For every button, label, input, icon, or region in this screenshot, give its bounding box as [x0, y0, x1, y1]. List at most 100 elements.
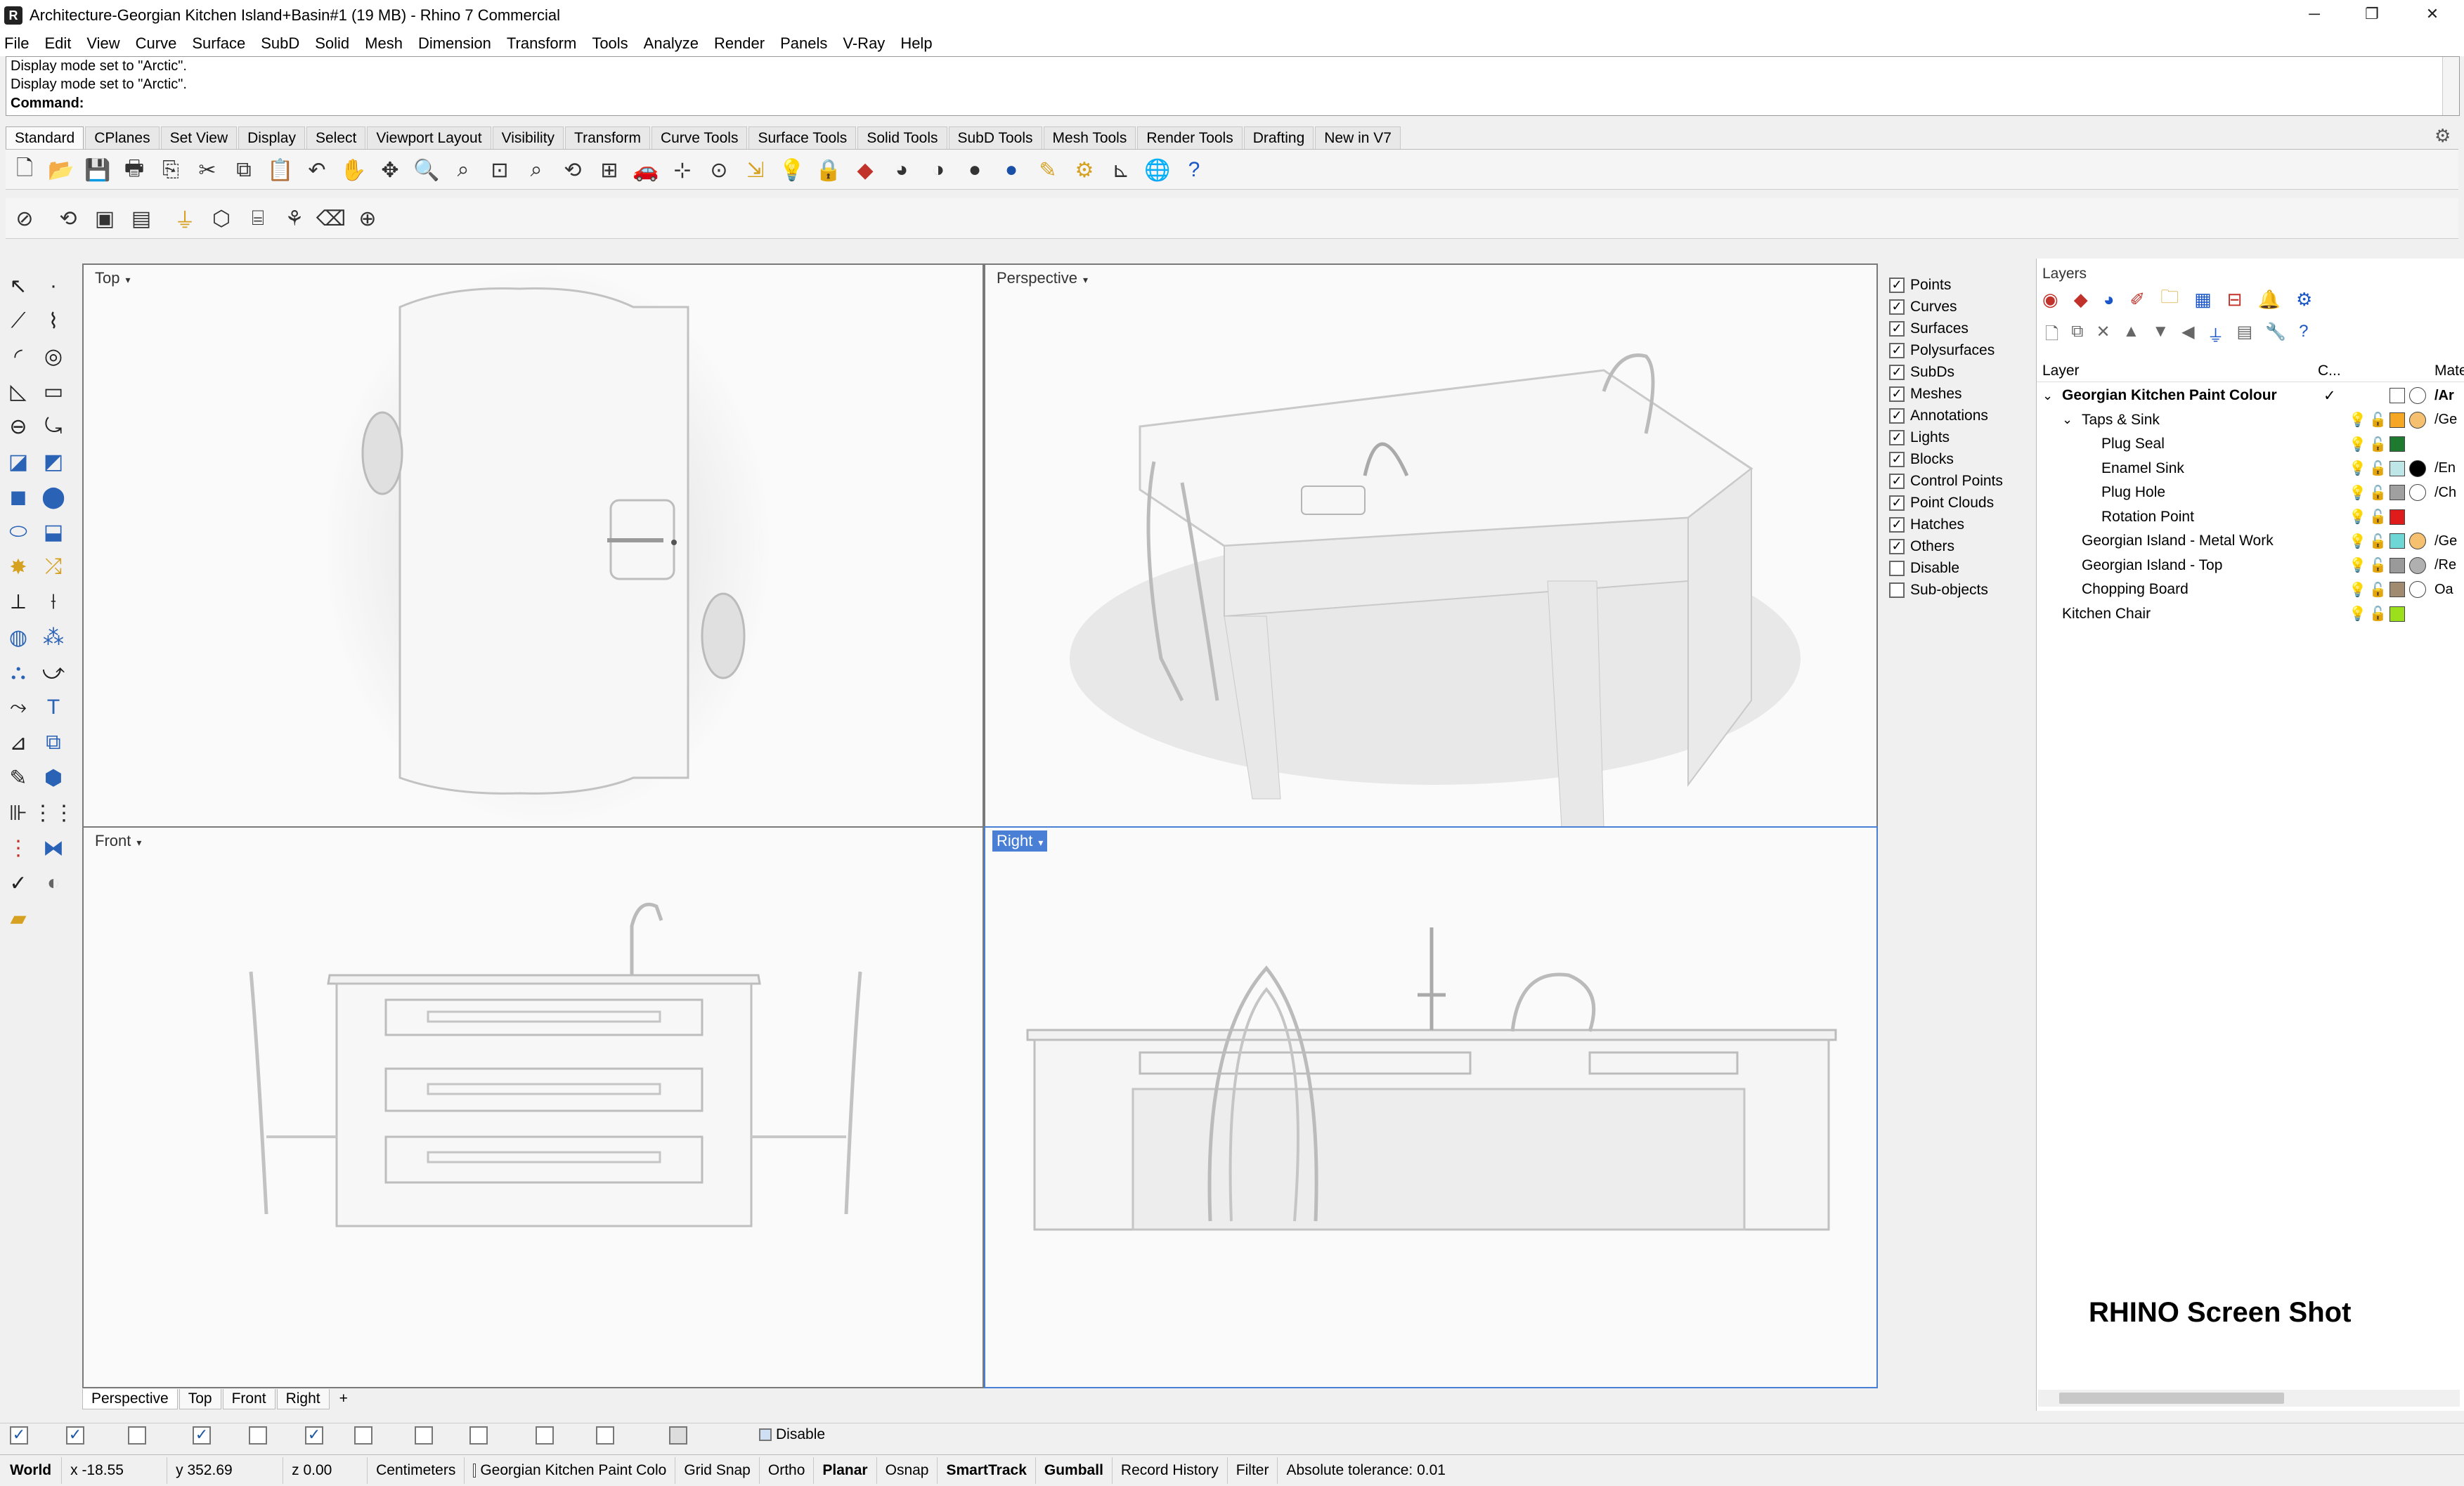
move-down-icon[interactable]: ▼: [2152, 322, 2169, 351]
layer-lock-icon[interactable]: 🔓: [2369, 460, 2387, 477]
menu-solid[interactable]: Solid: [315, 34, 349, 53]
menu-edit[interactable]: Edit: [44, 34, 71, 53]
filter-toggle[interactable]: Filter: [1228, 1457, 1278, 1484]
box-icon[interactable]: ⬡: [208, 205, 235, 232]
text-icon[interactable]: T: [38, 692, 69, 723]
menu-panels[interactable]: Panels: [780, 34, 827, 53]
layer-color-swatch[interactable]: [2390, 388, 2405, 403]
print-icon[interactable]: 🖶: [121, 157, 148, 183]
display-filter-checkbox[interactable]: ✓: [1889, 452, 1905, 467]
environment-tab-icon[interactable]: ▦: [2194, 289, 2212, 311]
display-filter-checkbox[interactable]: ✓: [1889, 278, 1905, 293]
tab-drafting[interactable]: Drafting: [1243, 126, 1314, 149]
current-column-header[interactable]: C...: [2318, 363, 2341, 379]
menu-transform[interactable]: Transform: [507, 34, 576, 53]
zoom-icon[interactable]: 🔍: [413, 157, 440, 183]
measure-icon[interactable]: ⊿: [3, 727, 34, 758]
render-tab-icon[interactable]: ◕: [2103, 289, 2115, 311]
layer-column-header[interactable]: Layer: [2042, 363, 2080, 379]
tab-visibility[interactable]: Visibility: [492, 126, 564, 149]
scrollbar-thumb[interactable]: [2059, 1393, 2284, 1404]
display-filter-meshes[interactable]: ✓ Meshes: [1889, 384, 1962, 405]
viewport-perspective[interactable]: Perspective ▾: [984, 263, 1878, 828]
layer-visibility-bulb-icon[interactable]: 💡: [2349, 411, 2366, 429]
layer-name[interactable]: Rotation Point: [2101, 509, 2194, 526]
layer-name[interactable]: Taps & Sink: [2082, 412, 2160, 429]
vp-tab-top[interactable]: Top: [179, 1388, 221, 1409]
trim-icon[interactable]: ⟂: [3, 587, 34, 618]
zoom-window-icon[interactable]: ⌕: [450, 157, 476, 183]
display-filter-checkbox[interactable]: [1889, 582, 1905, 598]
display-filter-curves[interactable]: ✓ Curves: [1889, 296, 1957, 318]
layer-visibility-bulb-icon[interactable]: 💡: [2349, 508, 2366, 526]
tools-icon[interactable]: 🔧: [2265, 322, 2286, 351]
new-sublayer-icon[interactable]: ⧉: [2071, 322, 2083, 351]
disable-checkbox[interactable]: [759, 1428, 772, 1441]
layer-row[interactable]: Chopping Board 💡 🔓 Oa: [2037, 578, 2464, 601]
layer-material-swatch[interactable]: [2409, 556, 2426, 574]
light-bulb-icon[interactable]: 💡: [779, 157, 805, 183]
web-globe-icon[interactable]: 🌐: [1144, 157, 1171, 183]
vp-tab-perspective[interactable]: Perspective: [82, 1388, 178, 1409]
layer-name[interactable]: Enamel Sink: [2101, 460, 2184, 477]
restore-button[interactable]: ❐: [2347, 0, 2397, 31]
layer-row[interactable]: Plug Hole 💡 🔓 /Ch: [2037, 481, 2464, 504]
display-filter-checkbox[interactable]: ✓: [1889, 430, 1905, 445]
circle-icon[interactable]: ◎: [38, 341, 69, 372]
table-icon[interactable]: ⌸: [245, 205, 271, 232]
display-filter-hatches[interactable]: ✓ Hatches: [1889, 514, 1964, 535]
layer-visibility-bulb-icon[interactable]: 💡: [2349, 605, 2366, 623]
tab-select[interactable]: Select: [306, 126, 366, 149]
display-filter-surfaces[interactable]: ✓ Surfaces: [1889, 318, 1969, 339]
texture-tab-icon[interactable]: ⊟: [2227, 289, 2243, 311]
layers-help-icon[interactable]: ?: [2299, 322, 2308, 351]
flow-icon[interactable]: ⧓: [38, 833, 69, 863]
layer-name[interactable]: Georgian Kitchen Paint Colour: [2062, 387, 2277, 404]
display-filter-disable[interactable]: Disable: [1889, 558, 1959, 579]
command-prompt[interactable]: Command:: [11, 96, 84, 112]
layer-row[interactable]: Rotation Point 💡 🔓: [2037, 505, 2464, 529]
layer-name[interactable]: Chopping Board: [2082, 581, 2189, 598]
layer-color-swatch[interactable]: [2390, 582, 2405, 597]
select-icon[interactable]: ⇲: [742, 157, 769, 183]
options-gear-icon[interactable]: ⚙: [1071, 157, 1098, 183]
notifications-bell-icon[interactable]: 🔔: [2258, 289, 2281, 311]
minimize-button[interactable]: ─: [2290, 0, 2339, 31]
menu-curve[interactable]: Curve: [136, 34, 177, 53]
layer-visibility-bulb-icon[interactable]: 💡: [2349, 556, 2366, 574]
display-filter-blocks[interactable]: ✓ Blocks: [1889, 449, 1954, 470]
osnap-checkbox[interactable]: [249, 1426, 267, 1445]
ellipse-icon[interactable]: ⊖: [3, 411, 34, 442]
tab-solid-tools[interactable]: Solid Tools: [857, 126, 947, 149]
wireframe-icon[interactable]: ⟲: [55, 205, 82, 232]
point-icon[interactable]: ·: [38, 271, 69, 301]
display-filter-sub-objects[interactable]: Sub-objects: [1889, 580, 1988, 601]
display-filter-point-clouds[interactable]: ✓ Point Clouds: [1889, 493, 1994, 514]
paste-icon[interactable]: 📋: [267, 157, 294, 183]
layer-color-swatch[interactable]: [2390, 412, 2405, 428]
gumball-toggle[interactable]: Gumball: [1036, 1457, 1113, 1484]
new-layer-icon[interactable]: 🗋: [2045, 322, 2058, 351]
plant-icon[interactable]: ⚘: [281, 205, 308, 232]
osnap-checkbox[interactable]: [669, 1426, 687, 1445]
cut-icon[interactable]: ✂: [194, 157, 221, 183]
move-left-icon[interactable]: ◀: [2181, 322, 2194, 351]
gumball-toggle-icon[interactable]: ⊘: [11, 205, 38, 232]
layer-name[interactable]: Kitchen Chair: [2062, 606, 2151, 623]
display-filter-checkbox[interactable]: ✓: [1889, 517, 1905, 533]
cplane-status[interactable]: World: [0, 1457, 63, 1484]
fillet-icon[interactable]: ⤿: [38, 411, 69, 442]
pan-hand-icon[interactable]: ✋: [340, 157, 367, 183]
layer-lock-icon[interactable]: 🔓: [2369, 605, 2387, 623]
select-arrow-icon[interactable]: ↖: [3, 271, 34, 301]
record-history-toggle[interactable]: Record History: [1113, 1457, 1228, 1484]
display-filter-checkbox[interactable]: ✓: [1889, 408, 1905, 424]
layer-color-swatch[interactable]: [2390, 460, 2405, 476]
tab-viewport-layout[interactable]: Viewport Layout: [367, 126, 491, 149]
vp-tab-right[interactable]: Right: [276, 1388, 330, 1409]
osnap-checkbox[interactable]: [128, 1426, 146, 1445]
analysis-icon[interactable]: ◐: [38, 868, 69, 899]
group-icon[interactable]: ⁂: [38, 622, 69, 653]
display-filter-lights[interactable]: ✓ Lights: [1889, 427, 1950, 448]
display-filter-checkbox[interactable]: ✓: [1889, 539, 1905, 554]
